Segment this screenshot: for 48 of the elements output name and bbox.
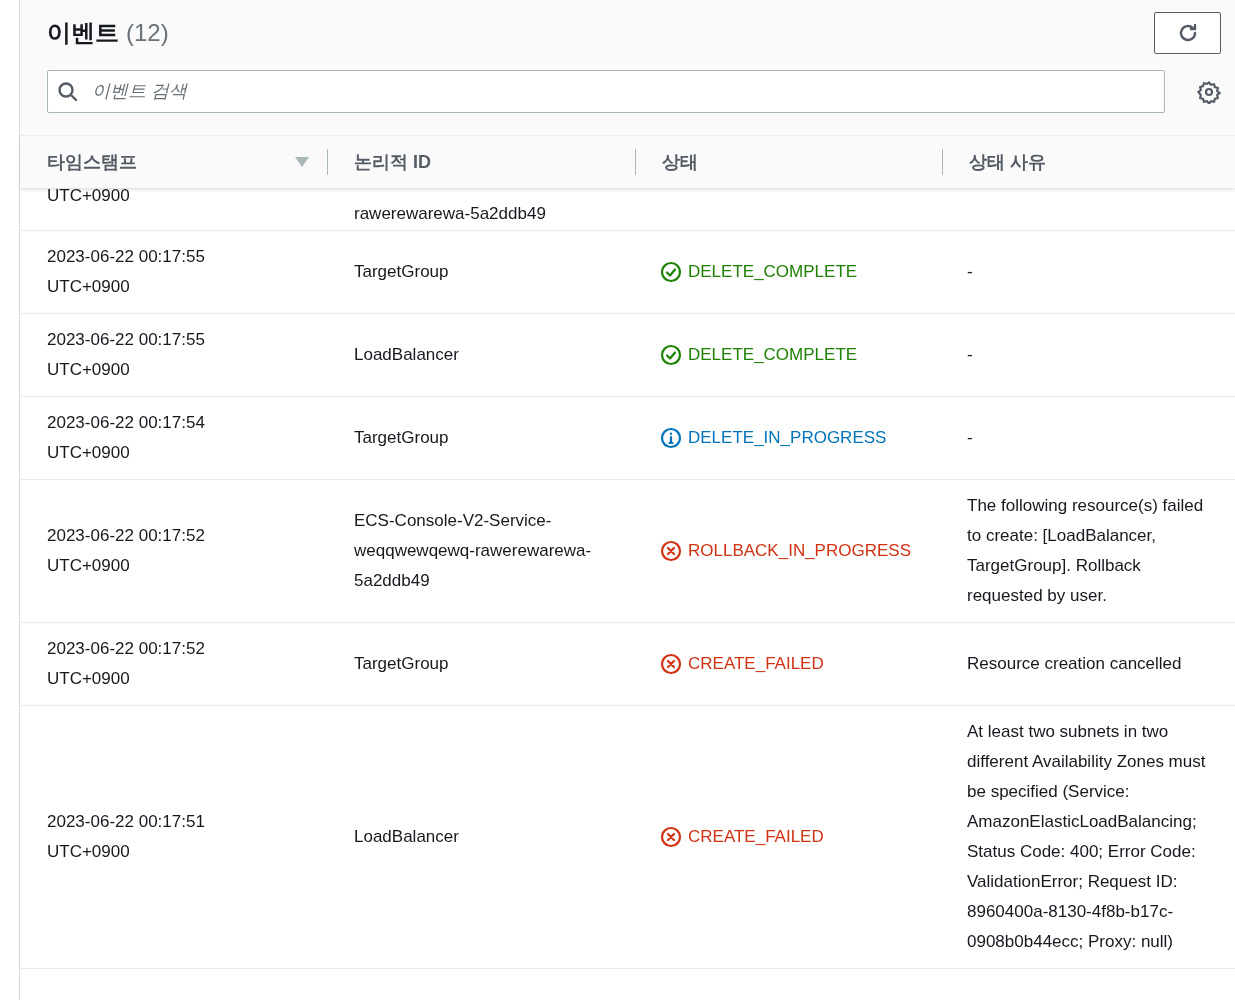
info-circle-icon [660, 427, 682, 449]
settings-icon[interactable] [1197, 79, 1221, 104]
status-label: DELETE_COMPLETE [660, 257, 858, 287]
timestamp-text: UTC+0900 [47, 359, 130, 381]
status-reason-text: - [967, 261, 974, 283]
check-circle-icon [660, 261, 682, 283]
event-count: (12) [126, 17, 169, 48]
timestamp-text: UTC+0900 [47, 188, 130, 204]
panel-title: 이벤트 [47, 17, 119, 48]
refresh-button[interactable] [1154, 11, 1221, 54]
timestamp-text: 2023-06-22 00:17:52 [47, 525, 205, 547]
status-reason-text: - [967, 427, 974, 449]
column-header[interactable]: 상태 [662, 148, 942, 176]
status-label: CREATE_FAILED [660, 822, 824, 852]
timestamp-text: 2023-06-22 00:17:55 [47, 246, 205, 268]
timestamp-text: 2023-06-22 00:17:51 [47, 811, 205, 833]
error-circle-icon [660, 826, 682, 848]
status-label: ROLLBACK_IN_PROGRESS [660, 536, 911, 566]
status-reason-text: Resource creation cancelled [967, 653, 1183, 675]
timestamp-text: UTC+0900 [47, 442, 130, 464]
column-header[interactable]: 상태 사유 [969, 148, 1235, 176]
search-icon [57, 81, 79, 103]
timestamp-text: UTC+0900 [47, 841, 130, 863]
status-reason-text: The following resource(s) failed to create: [LoadBalancer, TargetGroup]. Rollback requested by user. [967, 495, 1205, 607]
error-circle-icon [660, 653, 682, 675]
check-circle-icon [660, 344, 682, 366]
timestamp-text: UTC+0900 [47, 668, 130, 690]
logical-id-text: TargetGroup [354, 261, 450, 283]
status-reason-text: - [967, 344, 974, 366]
error-circle-icon [660, 540, 682, 562]
column-header[interactable]: 논리적 ID [354, 148, 635, 176]
timestamp-text: 2023-06-22 00:17:52 [47, 638, 205, 660]
timestamp-text: 2023-06-22 00:17:54 [47, 412, 205, 434]
logical-id-text: LoadBalancer [354, 344, 460, 366]
status-label: CREATE_FAILED [660, 649, 824, 679]
timestamp-text: UTC+0900 [47, 555, 130, 577]
logical-id-text: LoadBalancer [354, 826, 460, 848]
timestamp-text: UTC+0900 [47, 276, 130, 298]
status-reason-text: At least two subnets in two different Availability Zones must be specified (Service: AmazonElasticLoadBalancing; Status Code: 400; Error Code: ValidationError; Request ID: 8960400a-8130-4f8b-b17c-0908b0b44ecc; Proxy: null) [967, 721, 1207, 953]
logical-id-text: rawerewarewa-5a2ddb49 [354, 203, 547, 225]
search-field[interactable]: 이벤트 검색 [47, 70, 1165, 113]
status-label: DELETE_COMPLETE [660, 340, 858, 370]
logical-id-text: TargetGroup [354, 427, 450, 449]
logical-id-text: TargetGroup [354, 653, 450, 675]
status-label: DELETE_IN_PROGRESS [660, 423, 887, 453]
logical-id-text: ECS-Console-V2-Service-weqqwewqewq-rawerewarewa-5a2ddb49 [354, 510, 593, 592]
column-header[interactable]: 타임스탬프 [47, 148, 295, 176]
timestamp-text: 2023-06-22 00:17:55 [47, 329, 205, 351]
